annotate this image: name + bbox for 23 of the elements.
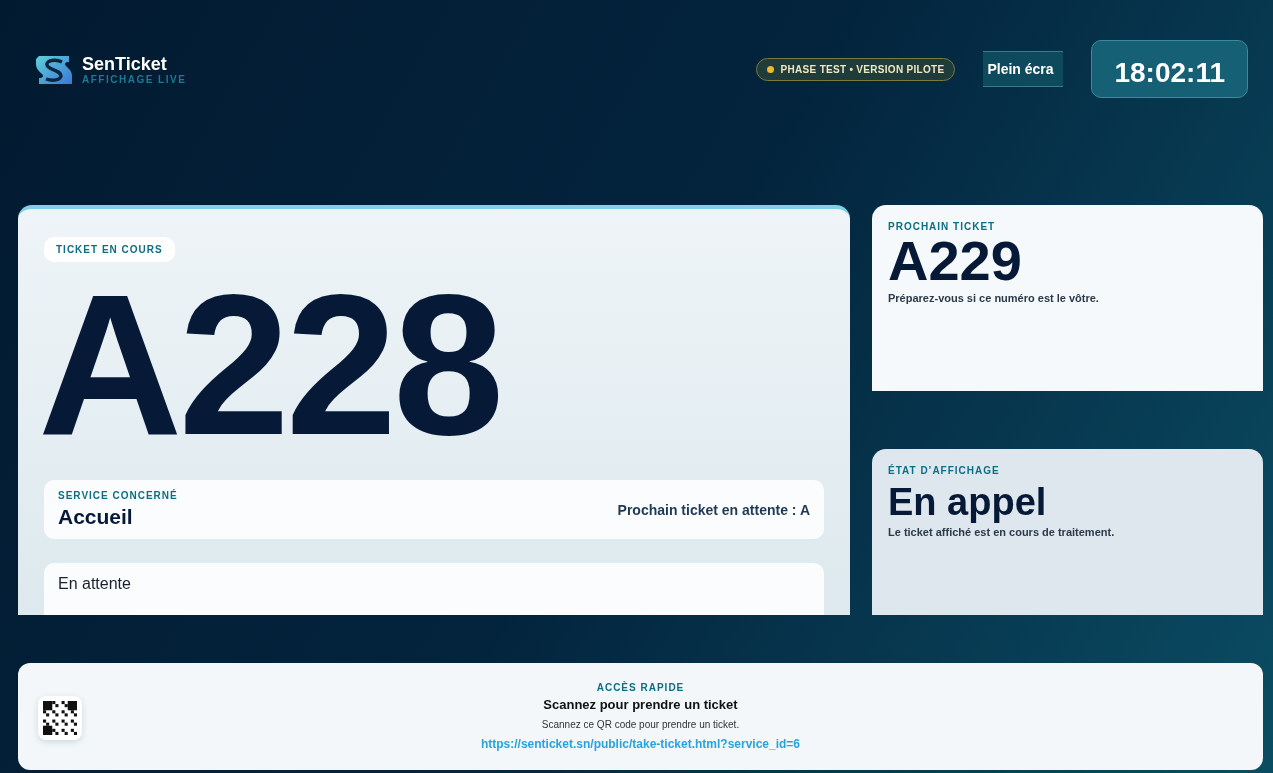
- quick-access-label: ACCÈS RAPIDE: [596, 682, 685, 694]
- card-label: TICKET EN COURS: [44, 237, 175, 263]
- qr-code-icon: [38, 696, 82, 741]
- quick-access-title: Scannez pour prendre un ticket: [543, 697, 738, 713]
- fullscreen-button[interactable]: Plein écra: [983, 51, 1064, 87]
- display-state-value: En appel: [888, 480, 1048, 525]
- next-ticket-hint: Préparez-vous si ce numéro est le vôtre.: [888, 292, 1100, 305]
- brand-subtitle: AFFICHAGE LIVE: [82, 74, 187, 85]
- card-label: ÉTAT D’AFFICHAGE: [888, 465, 1001, 477]
- display-state-hint: Le ticket affiché est en cours de traitement.: [888, 526, 1116, 539]
- next-ticket-number: A229: [888, 232, 1023, 291]
- status-dot-icon: [766, 65, 774, 73]
- service-name: Accueil: [58, 505, 134, 530]
- service-label: SERVICE CONCERNÉ: [58, 490, 178, 502]
- next-waiting-text: Prochain ticket en attente : A: [617, 501, 810, 518]
- status-text: En attente: [58, 575, 131, 593]
- current-ticket-number: A228: [38, 270, 502, 461]
- brand-name: SenTicket: [82, 54, 168, 74]
- clock-time: 18:02:11: [1114, 57, 1225, 89]
- card-label: PROCHAIN TICKET: [888, 221, 997, 233]
- phase-text: PHASE TEST • VERSION PILOTE: [780, 63, 945, 75]
- logo-icon: [36, 55, 72, 84]
- quick-access-hint: Scannez ce QR code pour prendre un ticket.: [541, 719, 740, 731]
